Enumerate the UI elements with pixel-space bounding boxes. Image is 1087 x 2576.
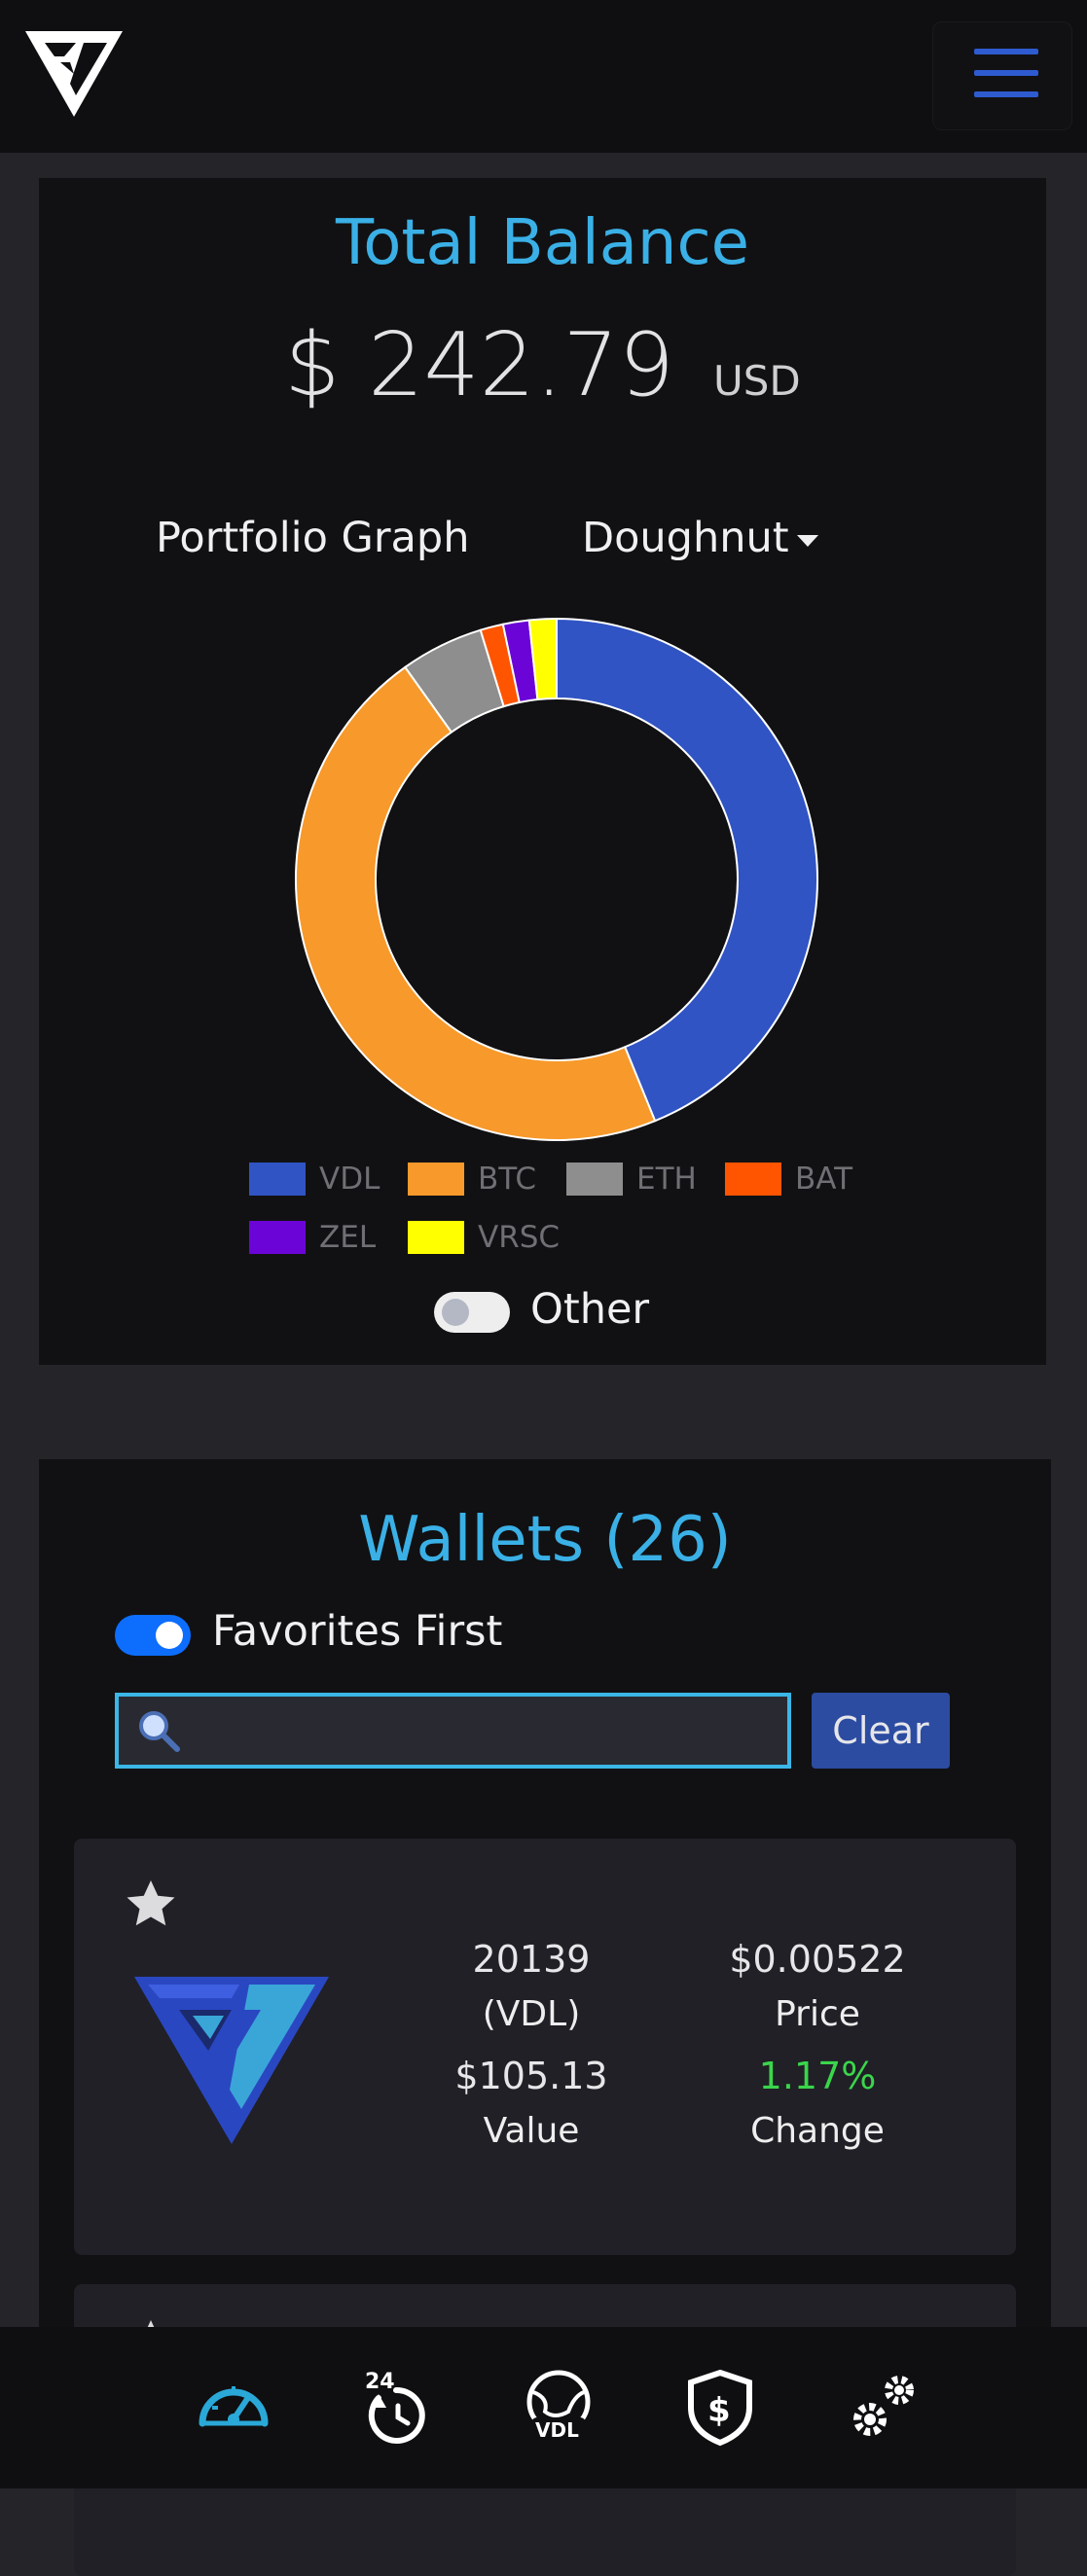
portfolio-graph-label: Portfolio Graph [156, 514, 470, 562]
legend-swatch [408, 1221, 464, 1254]
svg-text:24: 24 [365, 2370, 395, 2394]
other-toggle-label: Other [530, 1285, 650, 1334]
slice-btc[interactable] [294, 665, 657, 1141]
wallet-price: $0.00522 [729, 1938, 906, 1981]
legend-item-vdl[interactable]: VDL [249, 1162, 380, 1197]
wallet-price-label: Price [775, 1994, 860, 2034]
favorites-first-label: Favorites First [212, 1607, 503, 1656]
wallet-balance: 20139 [472, 1938, 591, 1981]
caret-down-icon [796, 534, 818, 547]
legend-label: BAT [795, 1162, 853, 1197]
legend-item-eth[interactable]: ETH [566, 1162, 697, 1197]
hamburger-menu-icon [974, 49, 1038, 54]
clear-search-button[interactable]: Clear [812, 1693, 950, 1769]
vdl-coin-icon [134, 1977, 329, 2144]
total-balance-title: Total Balance [335, 207, 750, 279]
legend-swatch [566, 1163, 623, 1196]
wallet-value-label: Value [483, 2111, 580, 2151]
graph-type-value: Doughnut [582, 514, 789, 562]
svg-text:VDL: VDL [535, 2418, 579, 2442]
legend-swatch [249, 1163, 306, 1196]
wallet-search-box [115, 1693, 791, 1769]
portfolio-doughnut-chart[interactable] [294, 617, 819, 1142]
legend-label: BTC [478, 1162, 537, 1197]
legend-swatch [725, 1163, 781, 1196]
wallet-search-input[interactable] [206, 1700, 775, 1763]
balance-value: $ 242.79 [284, 314, 675, 416]
hamburger-menu-button[interactable] [932, 21, 1072, 130]
vdl-globe-icon[interactable]: VDL [520, 2369, 598, 2447]
bottom-nav: 24 VDL $ [0, 2327, 1087, 2488]
settings-gears-icon[interactable] [845, 2369, 923, 2447]
legend-label: ETH [636, 1162, 697, 1197]
wallet-symbol: (VDL) [482, 1994, 581, 2034]
legend-swatch [408, 1163, 464, 1196]
wallets-title: Wallets (26) [358, 1504, 732, 1576]
balance-amount: $ 242.79 USD [39, 314, 1046, 416]
graph-type-dropdown[interactable]: Doughnut [582, 514, 818, 562]
legend-label: ZEL [319, 1220, 377, 1255]
favorites-first-toggle[interactable] [115, 1615, 191, 1656]
legend-item-bat[interactable]: BAT [725, 1162, 852, 1197]
balance-currency: USD [713, 357, 801, 405]
top-bar [0, 0, 1087, 153]
legend-label: VRSC [478, 1220, 561, 1255]
star-icon[interactable] [121, 1876, 181, 1934]
dashboard-speedometer-icon[interactable] [195, 2369, 272, 2447]
legend-label: VDL [319, 1162, 380, 1197]
shield-dollar-icon[interactable]: $ [681, 2369, 759, 2447]
wallet-item[interactable]: 20139 (VDL) $105.13 Value $0.00522 Price… [74, 1839, 1016, 2255]
legend-item-zel[interactable]: ZEL [249, 1220, 376, 1255]
wallet-change-label: Change [750, 2111, 885, 2151]
vdl-logo-icon[interactable] [25, 27, 123, 117]
24h-history-icon[interactable]: 24 [357, 2369, 435, 2447]
legend-item-vrsc[interactable]: VRSC [408, 1220, 560, 1255]
balance-card: Total Balance $ 242.79 USD Portfolio Grap… [39, 178, 1046, 1365]
wallet-change: 1.17% [758, 2055, 877, 2097]
wallet-value: $105.13 [454, 2055, 608, 2097]
legend-item-btc[interactable]: BTC [408, 1162, 536, 1197]
other-toggle[interactable] [434, 1292, 510, 1333]
slice-vdl[interactable] [556, 617, 818, 1123]
search-icon [139, 1711, 180, 1752]
legend-swatch [249, 1221, 306, 1254]
svg-text:$: $ [707, 2391, 731, 2430]
